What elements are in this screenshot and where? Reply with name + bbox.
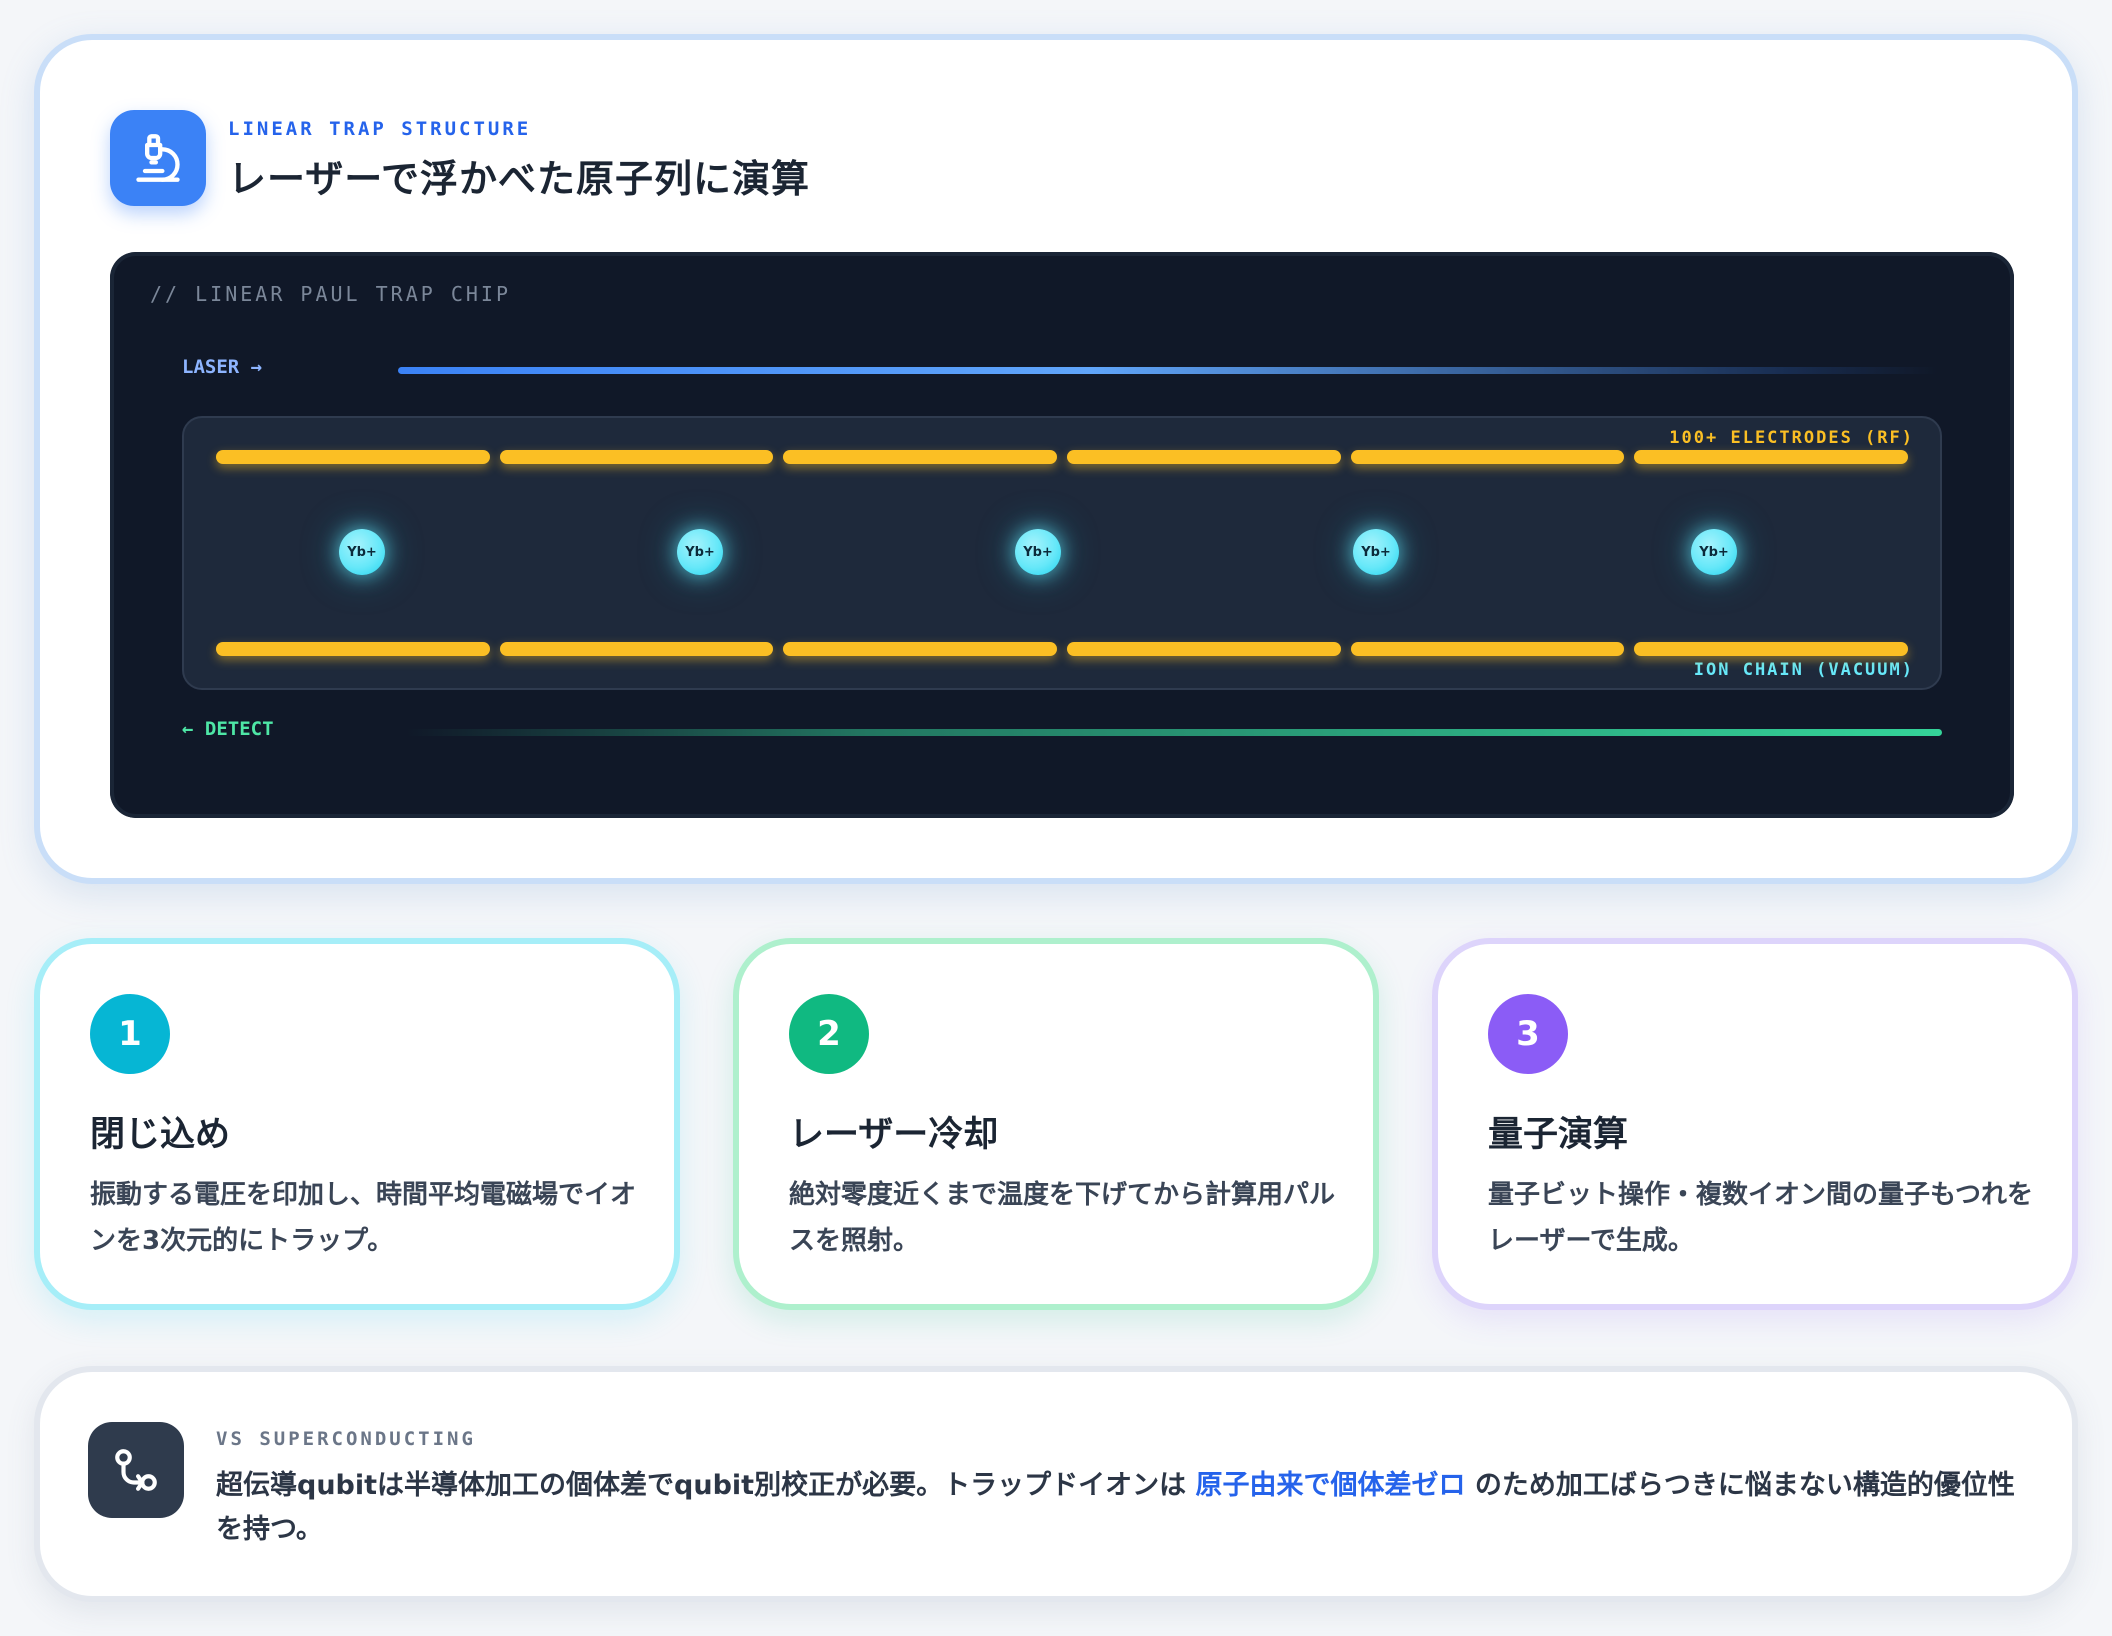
- electrode-top: [1350, 450, 1625, 464]
- detect-label: ← DETECT: [182, 718, 274, 740]
- step-description: 振動する電圧を印加し、時間平均電磁場でイオンを3次元的にトラップ。: [90, 1180, 637, 1256]
- comparison-text: 超伝導qubitは半導体加工の個体差でqubit別校正が必要。トラップドイオンは…: [216, 1464, 2036, 1552]
- ion-yb-4: Yb+: [1353, 529, 1399, 575]
- trap-region: 100+ ELECTRODES (RF) ION CHAIN (VACUUM) …: [182, 416, 1942, 690]
- electrode-bottom: [499, 642, 774, 656]
- electrode-bottom: [216, 642, 490, 656]
- step-card-trapping: 1 閉じ込め 振動する電圧を印加し、時間平均電磁場でイオンを3次元的にトラップ。: [34, 938, 680, 1310]
- step-title: レーザー冷却: [789, 1115, 999, 1155]
- electrode-bottom: [1067, 642, 1341, 656]
- electrode-bottom: [783, 642, 1057, 656]
- comparison-highlight: 原子由来で個体差ゼロ: [1195, 1470, 1466, 1501]
- laser-beam: [398, 367, 1938, 374]
- ion-yb-2: Yb+: [677, 529, 723, 575]
- electrode-top: [783, 450, 1057, 464]
- ion-yb-3: Yb+: [1015, 529, 1061, 575]
- step-number-badge: 1: [90, 994, 170, 1074]
- electrode-top: [216, 450, 490, 464]
- paul-trap-chip-diagram: // LINEAR PAUL TRAP CHIP LASER → 100+ EL…: [110, 252, 2014, 818]
- ion-yb-1: Yb+: [339, 529, 385, 575]
- electrode-bottom: [1350, 642, 1625, 656]
- electrode-top: [1067, 450, 1341, 464]
- chip-label: // LINEAR PAUL TRAP CHIP: [150, 282, 511, 306]
- electrodes-label: 100+ ELECTRODES (RF): [1669, 428, 1914, 448]
- ion-chain-label: ION CHAIN (VACUUM): [1693, 660, 1914, 680]
- laser-label: LASER →: [182, 356, 263, 378]
- step-card-laser-cooling: 2 レーザー冷却 絶対零度近くまで温度を下げてから計算用パルスを照射。: [733, 938, 1379, 1310]
- microscope-icon: [110, 110, 206, 206]
- step-title: 閉じ込め: [90, 1115, 231, 1155]
- step-card-quantum-operation: 3 量子演算 量子ビット操作・複数イオン間の量子もつれをレーザーで生成。: [1432, 938, 2078, 1310]
- electrode-top: [1634, 450, 1908, 464]
- ion-yb-5: Yb+: [1691, 529, 1737, 575]
- trap-structure-card: LINEAR TRAP STRUCTURE レーザーで浮かべた原子列に演算 //…: [34, 34, 2078, 884]
- step-title: 量子演算: [1488, 1115, 1629, 1155]
- section-eyebrow: LINEAR TRAP STRUCTURE: [228, 118, 532, 140]
- electrode-top: [499, 450, 774, 464]
- step-number-badge: 2: [789, 994, 869, 1074]
- comparison-eyebrow: VS SUPERCONDUCTING: [216, 1428, 476, 1450]
- comparison-text-before: 超伝導qubitは半導体加工の個体差でqubit別校正が必要。トラップドイオンは: [216, 1470, 1196, 1501]
- step-description: 量子ビット操作・複数イオン間の量子もつれをレーザーで生成。: [1488, 1180, 2033, 1256]
- git-compare-icon: [88, 1422, 184, 1518]
- comparison-card: VS SUPERCONDUCTING 超伝導qubitは半導体加工の個体差でqu…: [34, 1366, 2078, 1602]
- electrode-bottom: [1634, 642, 1908, 656]
- detect-beam: [406, 729, 1942, 736]
- step-number-badge: 3: [1488, 994, 1568, 1074]
- step-description: 絶対零度近くまで温度を下げてから計算用パルスを照射。: [789, 1180, 1336, 1256]
- section-title: レーザーで浮かべた原子列に演算: [228, 157, 810, 201]
